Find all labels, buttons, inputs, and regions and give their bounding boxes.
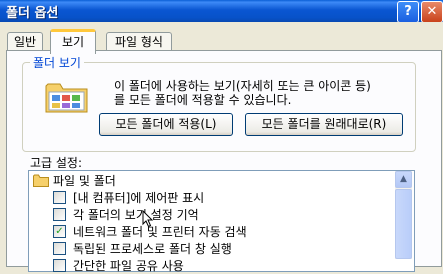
advanced-settings-list[interactable]: 파일 및 폴더 [내 컴퓨터]에 제어판 표시 각 폴더의 보기 설정 기억 ✓… [28,170,415,274]
checkbox[interactable] [53,191,66,204]
apply-to-all-folders-button[interactable]: 모든 폴더에 적용(L) [99,113,233,136]
list-item-separate-process[interactable]: 독립된 프로세스로 폴더 창 실행 [53,241,232,257]
list-item-label: 독립된 프로세스로 폴더 창 실행 [73,242,232,256]
title-bar[interactable]: 폴더 옵션 ? ✕ [0,0,443,23]
checkbox[interactable] [53,208,66,221]
description-line-1: 이 폴더에 사용하는 보기(자세히 또는 큰 아이콘 등) [114,79,371,93]
scroll-up-arrow-icon[interactable]: ▲ [395,171,412,188]
help-button[interactable]: ? [397,1,419,23]
folder-view-legend: 폴더 보기 [30,54,84,71]
folder-view-description: 이 폴더에 사용하는 보기(자세히 또는 큰 아이콘 등) 를 모든 폴더에 적… [114,79,404,107]
tab-view[interactable]: 보기 [50,29,96,54]
advanced-settings-label: 고급 설정: [30,156,83,170]
list-item-files-folders: 파일 및 폴더 [33,173,116,189]
checkbox[interactable] [53,259,66,272]
list-item-label: [내 컴퓨터]에 제어판 표시 [73,191,205,205]
vertical-scrollbar[interactable]: ▲ [395,171,412,259]
tab-general[interactable]: 일반 [7,32,43,51]
folder-icon [33,174,49,187]
checkbox-checked[interactable]: ✓ [53,225,66,238]
tab-file-types[interactable]: 파일 형식 [106,32,172,51]
folder-view-icon [45,83,88,113]
list-item-show-control-panel[interactable]: [내 컴퓨터]에 제어판 표시 [53,190,204,206]
reset-all-folders-button[interactable]: 모든 폴더를 원래대로(R) [245,113,403,136]
list-item-label: 네트워크 폴더 및 프린터 자동 검색 [73,225,247,239]
list-item-label: 간단한 파일 공유 사용 [73,259,184,273]
checkbox[interactable] [53,242,66,255]
scroll-thumb[interactable] [395,189,412,259]
list-item-simple-file-sharing[interactable]: 간단한 파일 공유 사용 [53,258,184,274]
close-button[interactable]: ✕ [421,1,443,23]
description-line-2: 를 모든 폴더에 적용할 수 있습니다. [114,93,292,107]
list-item-label: 파일 및 폴더 [53,174,116,188]
window-title: 폴더 옵션 [6,6,59,21]
mouse-cursor-icon [142,210,154,228]
list-item-remember-view[interactable]: 각 폴더의 보기 설정 기억 [53,207,199,223]
tab-strip: 일반 보기 파일 형식 [0,22,443,54]
list-item-label: 각 폴더의 보기 설정 기억 [73,208,199,222]
